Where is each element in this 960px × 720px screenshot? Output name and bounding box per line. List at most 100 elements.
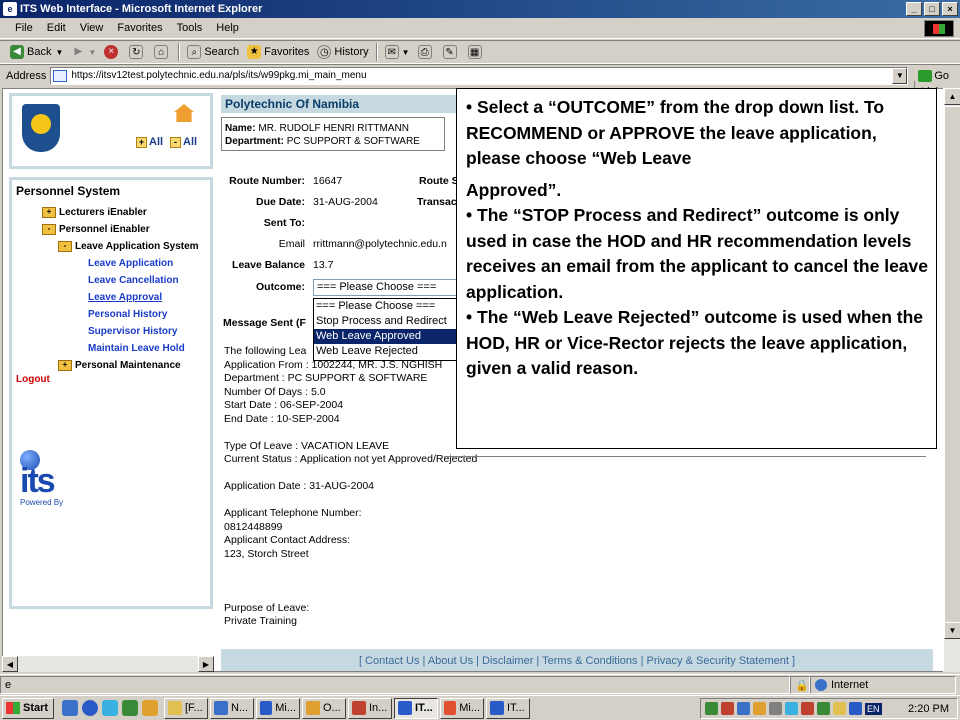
search-button[interactable]: ⌕ Search bbox=[183, 42, 243, 62]
refresh-button[interactable]: ↻ bbox=[125, 42, 150, 62]
taskbar-item-its-active[interactable]: IT... bbox=[394, 697, 438, 719]
menu-item-personal-maintenance[interactable]: + Personal Maintenance bbox=[16, 357, 206, 374]
menu-help[interactable]: Help bbox=[209, 22, 246, 34]
stop-icon: × bbox=[104, 45, 119, 59]
desktop-icon[interactable] bbox=[102, 700, 118, 716]
explorer-icon[interactable] bbox=[142, 700, 158, 716]
menu-item-leave-cancellation[interactable]: Leave Cancellation bbox=[16, 272, 206, 289]
menu-item-leave-application-system[interactable]: - Leave Application System bbox=[16, 238, 206, 255]
menu-favorites[interactable]: Favorites bbox=[110, 22, 169, 34]
stop-button[interactable]: × bbox=[100, 42, 125, 62]
maximize-button[interactable]: □ bbox=[924, 2, 940, 16]
menu-view[interactable]: View bbox=[73, 22, 111, 34]
logout-link[interactable]: Logout bbox=[16, 374, 206, 385]
menu-edit[interactable]: Edit bbox=[40, 22, 73, 34]
favorites-button[interactable]: ★ Favorites bbox=[243, 42, 313, 62]
left-navigation-frame: + All - All Personnel System + Lecturers iE… bbox=[3, 89, 221, 671]
left-frame-horizontal-scrollbar[interactable]: ◀ ▶ bbox=[2, 656, 214, 672]
collapse-all-label: All bbox=[183, 136, 198, 148]
edit-button[interactable]: ✎ bbox=[439, 42, 464, 62]
expand-all-button[interactable]: + All bbox=[136, 136, 163, 148]
scroll-right-icon[interactable]: ▶ bbox=[198, 656, 214, 672]
search-label: Search bbox=[204, 46, 240, 58]
taskbar-item-in[interactable]: In... bbox=[348, 697, 392, 719]
tray-icon[interactable] bbox=[785, 702, 798, 715]
menu-item-personnel-ienabler[interactable]: - Personnel iEnabler bbox=[16, 221, 206, 238]
folder-plus-icon: + bbox=[58, 360, 72, 371]
forward-button[interactable]: ▶ ▼ bbox=[67, 42, 100, 62]
scroll-up-icon[interactable]: ▲ bbox=[944, 88, 960, 105]
tray-icon[interactable] bbox=[849, 702, 862, 715]
vertical-scrollbar[interactable]: ▲ ▼ bbox=[943, 88, 960, 672]
polytechnic-crest-icon bbox=[22, 104, 60, 152]
outcome-option-stop-process[interactable]: Stop Process and Redirect bbox=[314, 314, 456, 329]
ie-quicklaunch-icon[interactable] bbox=[82, 700, 98, 716]
address-dropdown-icon[interactable]: ▼ bbox=[892, 67, 908, 84]
scroll-thumb[interactable] bbox=[944, 106, 960, 626]
message-line: Current Status : Application not yet App… bbox=[224, 453, 478, 465]
close-button[interactable]: × bbox=[942, 2, 958, 16]
address-input[interactable]: https://itsv12test.polytechnic.edu.na/pl… bbox=[50, 66, 909, 85]
go-button[interactable]: Go bbox=[918, 69, 949, 82]
app-icon bbox=[214, 701, 228, 715]
name-label: Name: bbox=[225, 123, 256, 134]
menu-tools[interactable]: Tools bbox=[170, 22, 210, 34]
home-button[interactable]: ⌂ bbox=[150, 42, 175, 62]
email-row: Email rrittmann@polytechnic.edu.n bbox=[221, 238, 461, 252]
menu-item-personal-history[interactable]: Personal History bbox=[16, 306, 206, 323]
language-indicator[interactable]: EN bbox=[865, 702, 882, 715]
folder-plus-icon: + bbox=[42, 207, 56, 218]
message-sent-label: Message Sent (F bbox=[223, 317, 306, 329]
minimize-button[interactable]: _ bbox=[906, 2, 922, 16]
taskbar: Start [F... N... Mi... O... In... IT... … bbox=[0, 695, 960, 720]
menu-item-leave-application[interactable]: Leave Application bbox=[16, 255, 206, 272]
email-value[interactable]: rrittmann@polytechnic.edu.n bbox=[313, 238, 447, 250]
address-url[interactable]: https://itsv12test.polytechnic.edu.na/pl… bbox=[71, 70, 366, 81]
back-button[interactable]: ◀ Back ▼ bbox=[6, 42, 67, 62]
menu-item-leave-approval[interactable]: Leave Approval bbox=[16, 289, 206, 306]
email-label: Email bbox=[278, 238, 305, 250]
menu-item-lecturers-ienabler[interactable]: + Lecturers iEnabler bbox=[16, 204, 206, 221]
window-titlebar[interactable]: e ITS Web Interface - Microsoft Internet… bbox=[0, 0, 960, 18]
taskbar-item-o[interactable]: O... bbox=[302, 697, 346, 719]
tray-icon[interactable] bbox=[705, 702, 718, 715]
tray-icon[interactable] bbox=[801, 702, 814, 715]
tray-icon[interactable] bbox=[833, 702, 846, 715]
chevron-down-icon[interactable]: ▼ bbox=[88, 48, 96, 57]
taskbar-item-mi-1[interactable]: Mi... bbox=[256, 697, 300, 719]
outcome-select[interactable]: === Please Choose === bbox=[313, 279, 457, 296]
taskbar-item-n[interactable]: N... bbox=[210, 697, 254, 719]
outcome-option-please-choose[interactable]: === Please Choose === bbox=[314, 299, 456, 314]
tray-icon[interactable] bbox=[753, 702, 766, 715]
message-line: 123, Storch Street bbox=[224, 547, 309, 560]
taskbar-item-mi-2[interactable]: Mi... bbox=[440, 697, 484, 719]
menu-item-supervisor-history[interactable]: Supervisor History bbox=[16, 323, 206, 340]
start-button[interactable]: Start bbox=[2, 697, 54, 719]
address-label: Address bbox=[6, 69, 47, 82]
scroll-left-icon[interactable]: ◀ bbox=[2, 656, 18, 672]
zone-label: Internet bbox=[831, 678, 869, 691]
footer-links[interactable]: [ Contact Us | About Us | Disclaimer | T… bbox=[221, 649, 933, 671]
menu-item-maintain-leave-hold[interactable]: Maintain Leave Hold bbox=[16, 340, 206, 357]
scroll-down-icon[interactable]: ▼ bbox=[944, 622, 960, 639]
home-icon[interactable] bbox=[174, 104, 194, 122]
menu-file[interactable]: File bbox=[8, 22, 40, 34]
collapse-all-button[interactable]: - All bbox=[170, 136, 197, 148]
chevron-down-icon[interactable]: ▼ bbox=[55, 48, 63, 57]
message-line: 0812448899 bbox=[224, 520, 283, 533]
tray-icon[interactable] bbox=[769, 702, 782, 715]
mail-button[interactable]: ✉ ▼ bbox=[381, 42, 414, 62]
tray-icon[interactable] bbox=[737, 702, 750, 715]
discuss-button[interactable]: ▦ bbox=[464, 42, 489, 62]
tray-icon[interactable] bbox=[721, 702, 734, 715]
clock[interactable]: 2:20 PM bbox=[908, 703, 949, 715]
taskbar-item-its-2[interactable]: IT... bbox=[486, 697, 530, 719]
outcome-option-web-leave-approved[interactable]: Web Leave Approved bbox=[314, 329, 456, 344]
history-button[interactable]: ◷ History bbox=[313, 42, 372, 62]
print-button[interactable]: ⎙ bbox=[414, 42, 439, 62]
taskbar-item-folder[interactable]: [F... bbox=[164, 697, 208, 719]
media-icon[interactable] bbox=[122, 700, 138, 716]
tray-icon[interactable] bbox=[817, 702, 830, 715]
outlook-icon[interactable] bbox=[62, 700, 78, 716]
